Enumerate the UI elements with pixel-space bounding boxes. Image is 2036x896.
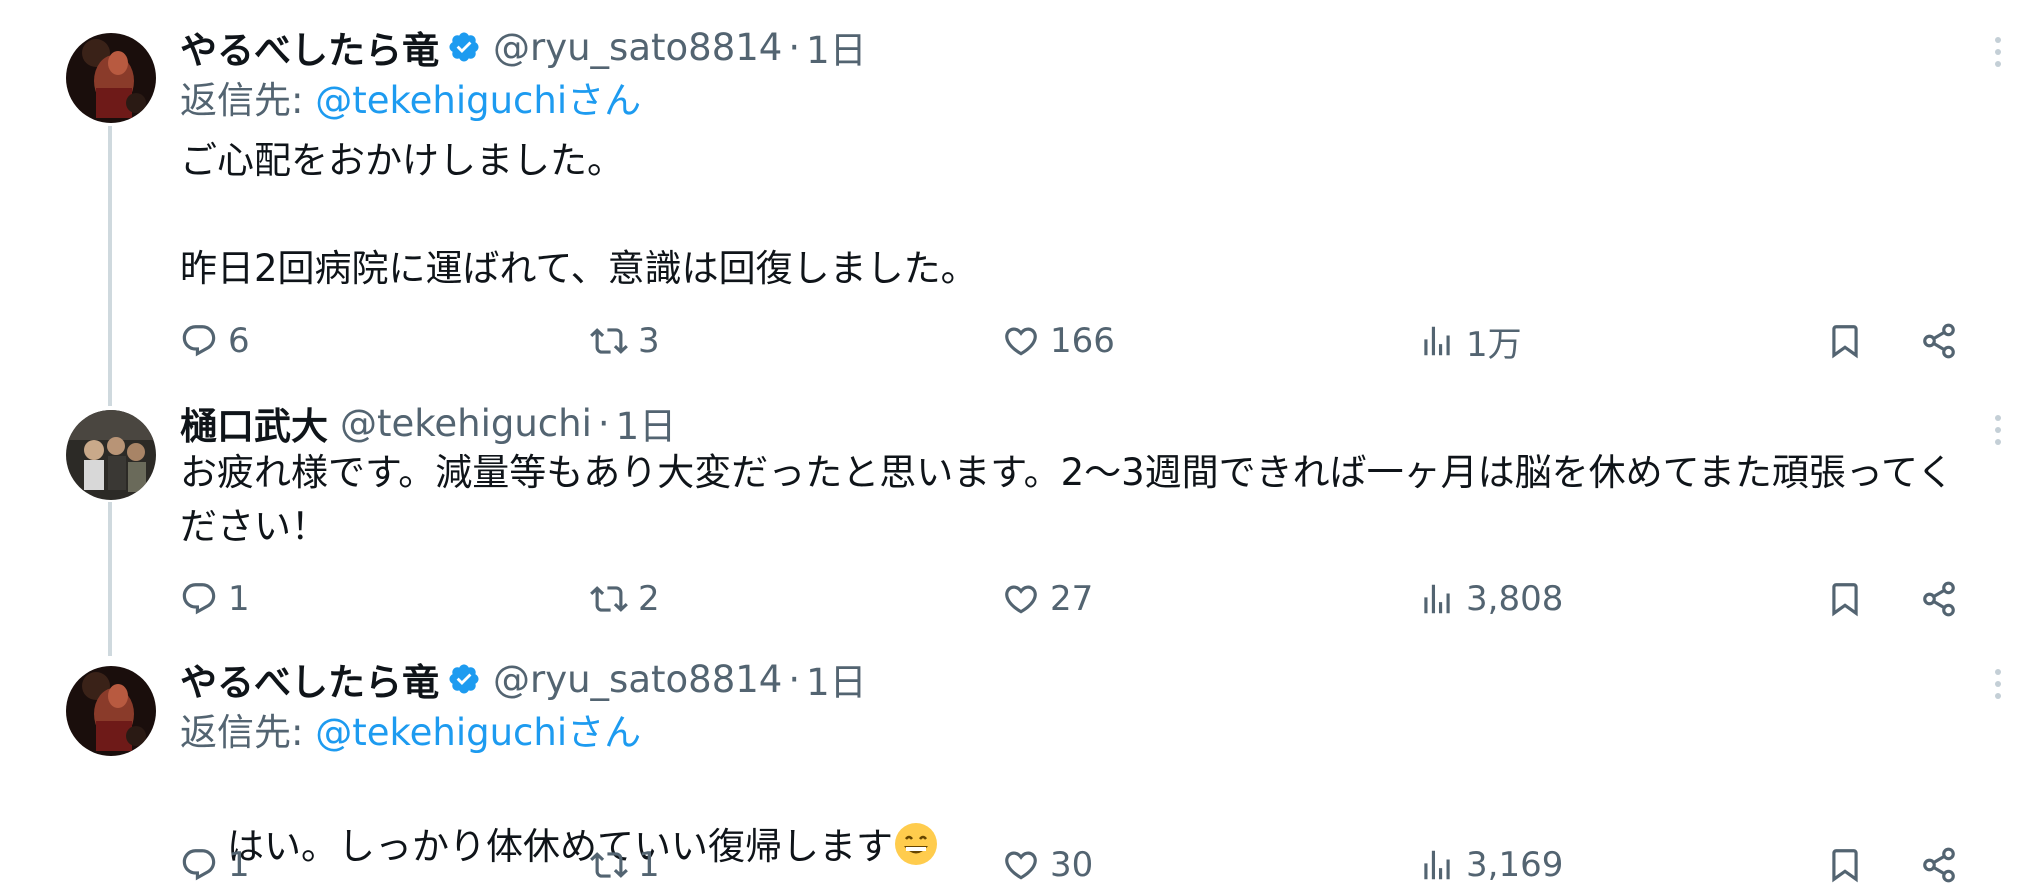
views-icon: [1424, 584, 1450, 614]
retweet-count: 3: [638, 321, 660, 361]
verified-badge-icon: [447, 662, 481, 696]
timestamp[interactable]: 1日: [806, 652, 867, 706]
retweet-button[interactable]: 3: [590, 316, 660, 366]
share-button[interactable]: [1920, 574, 1958, 624]
retweet-button[interactable]: 2: [590, 574, 660, 624]
display-name[interactable]: やるべしたら竜: [180, 652, 439, 706]
handle[interactable]: @ryu_sato8814: [493, 658, 782, 701]
tweet-header: 樋口武大 @tekehiguchi · 1日: [180, 396, 677, 450]
views-button[interactable]: 3,169: [1418, 840, 1563, 890]
reply-button[interactable]: 6: [180, 316, 250, 366]
reply-icon: [182, 849, 216, 881]
retweet-count: 2: [638, 579, 660, 619]
share-icon: [1923, 847, 1955, 883]
more-icon[interactable]: [1988, 664, 2008, 704]
retweet-icon: [590, 586, 628, 612]
share-button[interactable]: [1920, 316, 1958, 366]
reply-count: 1: [228, 579, 250, 619]
share-button[interactable]: [1920, 840, 1958, 890]
reply-count: 1: [228, 845, 250, 885]
action-bar: 1 1 30 3,169: [180, 840, 1980, 890]
timestamp[interactable]: 1日: [806, 20, 867, 74]
retweet-button[interactable]: 1: [590, 840, 660, 890]
bookmark-icon: [1832, 325, 1858, 359]
reply-icon: [182, 583, 216, 615]
like-button[interactable]: 166: [1002, 316, 1115, 366]
tweet[interactable]: やるべしたら竜 @ryu_sato8814 · 1日 返信先: @tekehig…: [0, 650, 2036, 896]
views-button[interactable]: 3,808: [1418, 574, 1563, 624]
separator: ·: [788, 657, 801, 701]
retweet-count: 1: [638, 845, 660, 885]
tweet-text: お疲れ様です。減量等もあり大変だったと思います。2〜3週間できれば一ヶ月は脳を休…: [180, 451, 1954, 548]
like-button[interactable]: 30: [1002, 840, 1093, 890]
heart-icon: [1005, 585, 1037, 614]
share-icon: [1923, 581, 1955, 617]
views-icon: [1424, 326, 1450, 356]
heart-icon: [1005, 327, 1037, 356]
bookmark-button[interactable]: [1826, 840, 1864, 890]
verified-badge-icon: [447, 30, 481, 64]
display-name[interactable]: やるべしたら竜: [180, 20, 439, 74]
bookmark-button[interactable]: [1826, 316, 1864, 366]
avatar[interactable]: [66, 666, 156, 756]
bookmark-button[interactable]: [1826, 574, 1864, 624]
bookmark-icon: [1832, 583, 1858, 617]
views-icon: [1424, 850, 1450, 880]
views-count: 3,169: [1466, 845, 1564, 885]
tweet[interactable]: やるべしたら竜 @ryu_sato8814 · 1日 返信先: @tekehig…: [0, 0, 2036, 400]
avatar[interactable]: [66, 33, 156, 123]
heart-icon: [1005, 851, 1037, 880]
tweet[interactable]: 樋口武大 @tekehiguchi · 1日 お疲れ様です。減量等もあり大変だっ…: [0, 400, 2036, 650]
more-icon[interactable]: [1988, 32, 2008, 72]
action-bar: 1 2 27 3,808: [180, 574, 1980, 624]
avatar[interactable]: [66, 410, 156, 500]
more-icon[interactable]: [1988, 410, 2008, 450]
reply-button[interactable]: 1: [180, 840, 250, 890]
retweet-icon: [590, 852, 628, 878]
reply-to: 返信先: @tekehiguchiさん: [180, 76, 641, 126]
like-count: 30: [1050, 845, 1094, 885]
reply-to-prefix: 返信先:: [180, 711, 316, 754]
reply-to: 返信先: @tekehiguchiさん: [180, 708, 641, 758]
action-bar: 6 3 166 1万: [180, 316, 1980, 366]
handle[interactable]: @ryu_sato8814: [493, 26, 782, 69]
views-button[interactable]: 1万: [1418, 316, 1522, 366]
reply-count: 6: [228, 321, 250, 361]
views-count: 3,808: [1466, 579, 1564, 619]
reply-button[interactable]: 1: [180, 574, 250, 624]
reply-to-mention[interactable]: @tekehiguchi: [315, 79, 567, 122]
reply-to-suffix: さん: [567, 711, 642, 754]
like-button[interactable]: 27: [1002, 574, 1093, 624]
views-count: 1万: [1466, 324, 1522, 365]
retweet-icon: [590, 328, 628, 354]
bookmark-icon: [1832, 849, 1858, 883]
handle[interactable]: @tekehiguchi: [340, 402, 592, 445]
timestamp[interactable]: 1日: [616, 396, 677, 450]
reply-icon: [182, 325, 216, 357]
like-count: 166: [1050, 321, 1115, 361]
separator: ·: [788, 25, 801, 69]
separator: ·: [597, 401, 610, 445]
tweet-header: やるべしたら竜 @ryu_sato8814 · 1日: [180, 652, 867, 706]
reply-to-mention[interactable]: @tekehiguchi: [315, 711, 567, 754]
display-name[interactable]: 樋口武大: [180, 396, 328, 450]
share-icon: [1923, 323, 1955, 359]
tweet-text: ご心配をおかけしました。 昨日2回病院に運ばれて、意識は回復しました。: [180, 139, 978, 290]
tweet-header: やるべしたら竜 @ryu_sato8814 · 1日: [180, 20, 867, 74]
reply-to-suffix: さん: [567, 79, 642, 122]
like-count: 27: [1050, 579, 1094, 619]
reply-to-prefix: 返信先:: [180, 79, 316, 122]
